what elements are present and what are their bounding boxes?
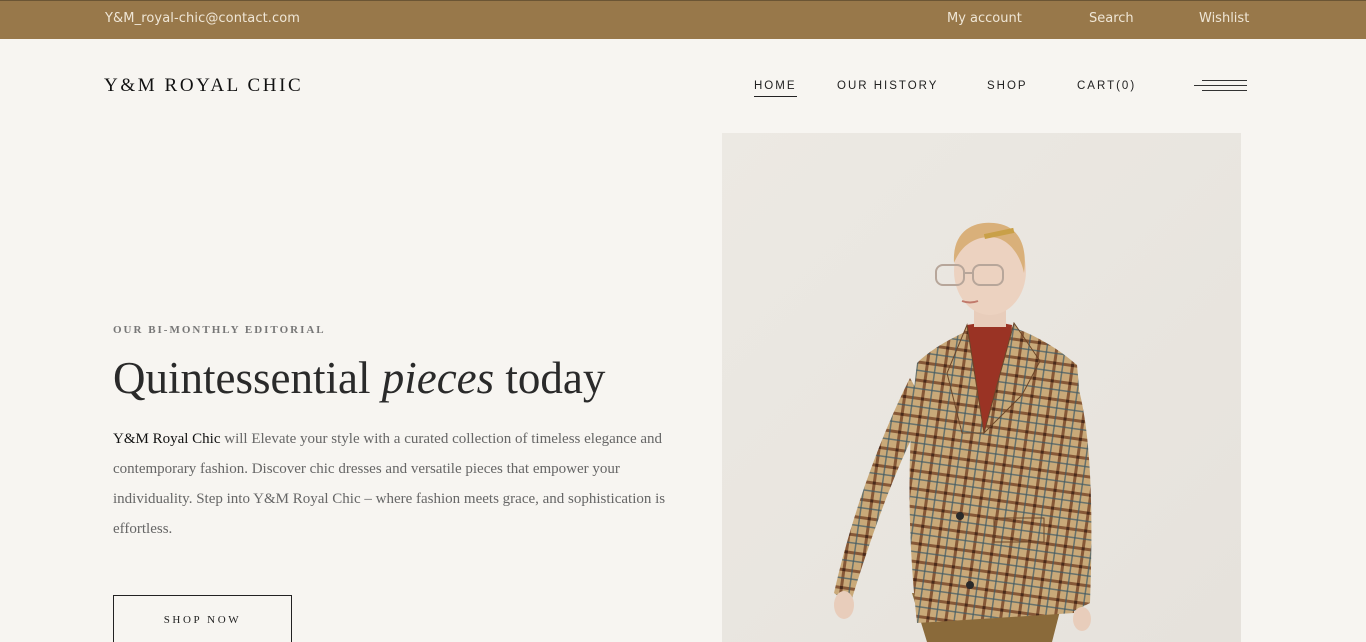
hero-kicker: OUR BI-MONTHLY EDITORIAL: [113, 324, 326, 336]
nav-shop[interactable]: SHOP: [987, 80, 1028, 92]
wishlist-link[interactable]: Wishlist: [1199, 11, 1249, 26]
nav-our-history[interactable]: OUR HISTORY: [837, 80, 938, 92]
hero-image: [722, 133, 1241, 642]
top-bar: Y&M_royal-chic@contact.com My account Se…: [0, 0, 1366, 39]
hero-title: Quintessential pieces today: [113, 352, 605, 404]
site-logo[interactable]: Y&M ROYAL CHIC: [104, 75, 303, 97]
search-link[interactable]: Search: [1089, 11, 1134, 26]
model-illustration: [722, 133, 1241, 642]
nav-cart[interactable]: CART(0): [1077, 80, 1136, 92]
my-account-link[interactable]: My account: [947, 11, 1022, 26]
hero-title-italic: pieces: [381, 353, 495, 403]
shop-now-button[interactable]: SHOP NOW: [113, 595, 292, 642]
hero-title-end: today: [494, 353, 606, 403]
hamburger-icon[interactable]: [1194, 78, 1247, 95]
hero-brand: Y&M Royal Chic: [113, 431, 221, 447]
nav-home[interactable]: HOME: [754, 80, 797, 97]
hero-title-start: Quintessential: [113, 353, 382, 403]
hero-description: Y&M Royal Chic will Elevate your style w…: [113, 424, 673, 544]
contact-email[interactable]: Y&M_royal-chic@contact.com: [105, 11, 300, 26]
